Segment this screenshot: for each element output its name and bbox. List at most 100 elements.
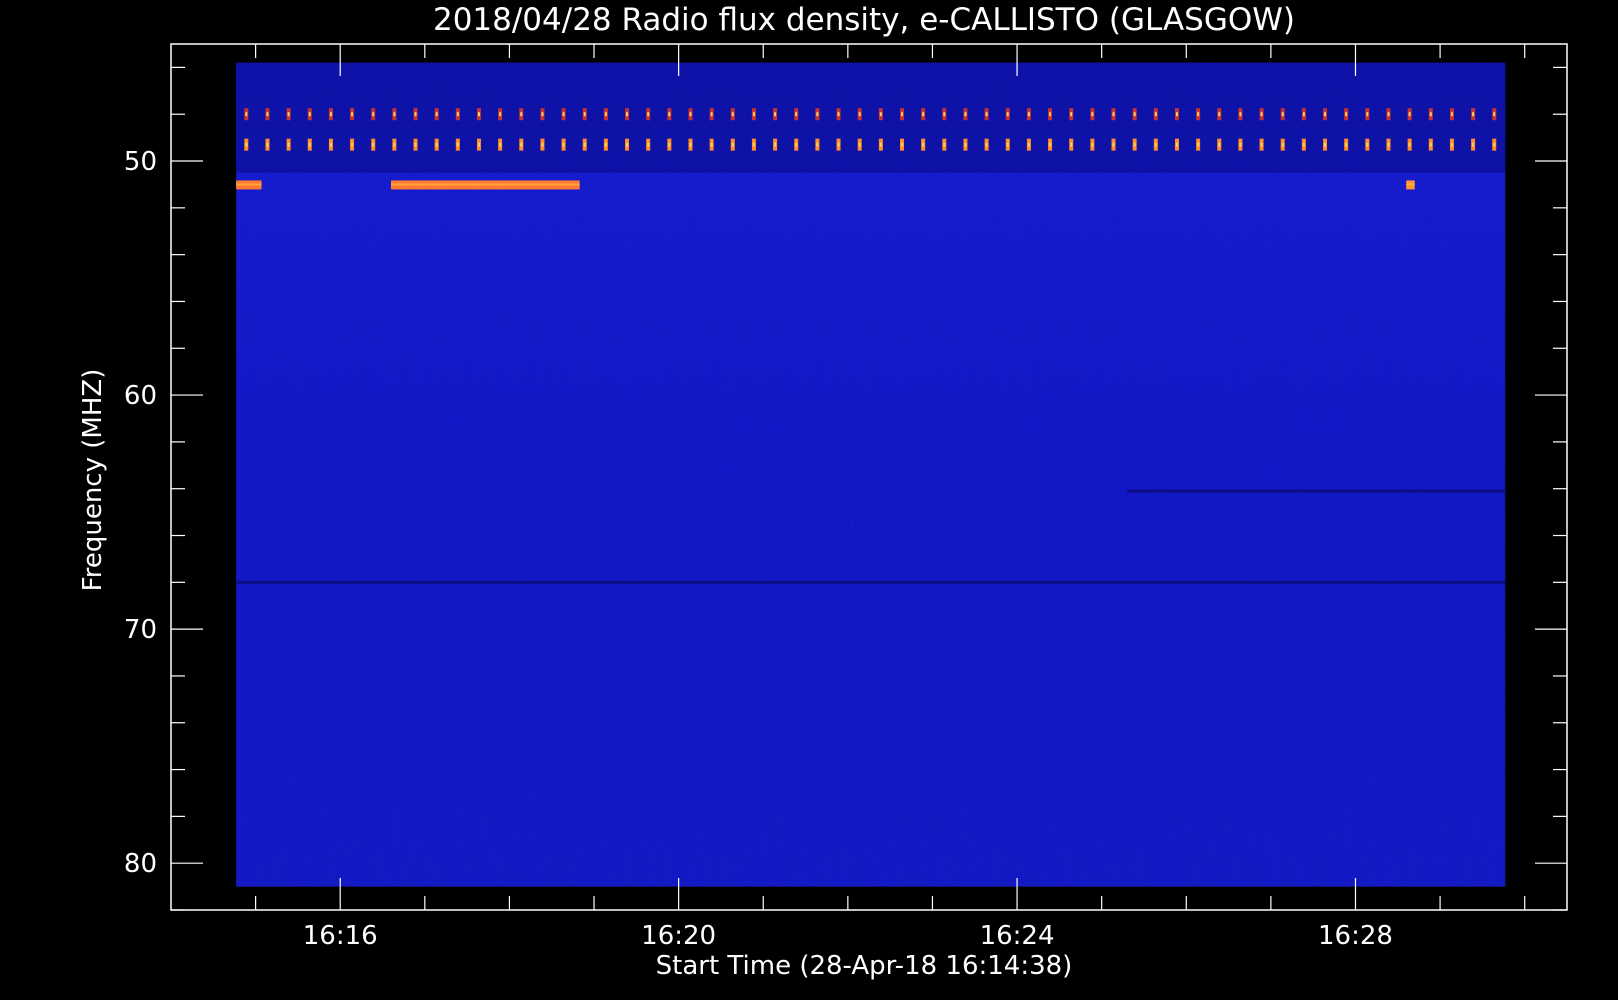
interference-core [266,112,269,117]
chart-title: 2018/04/28 Radio flux density, e-CALLIST… [433,2,1295,38]
interference-core [731,142,734,147]
interference-core [266,142,269,147]
interference-core [1049,112,1052,117]
interference-core [1133,112,1136,117]
interference-core [1450,112,1453,117]
interference-core [414,142,417,147]
interference-core [816,112,819,117]
interference-core [900,112,903,117]
interference-core [647,112,650,117]
interference-core [308,112,311,117]
spectrogram-top-shade [236,62,1506,173]
interference-core [1239,142,1242,147]
interference-core [499,142,502,147]
strong-signal-core [1406,183,1415,186]
interference-core [1133,142,1136,147]
interference-core [710,112,713,117]
y-tick-label: 80 [124,849,157,879]
interference-core [1493,142,1496,147]
interference-core [710,142,713,147]
interference-core [1281,112,1284,117]
interference-core [879,142,882,147]
x-tick-label: 16:16 [303,921,378,951]
interference-core [1260,142,1263,147]
interference-core [520,142,523,147]
interference-core [795,112,798,117]
interference-core [689,112,692,117]
interference-core [985,142,988,147]
spectrogram-chart: 50 60 70 80 16:16 16:20 16:24 16:28 2018/04/28 … [78,2,1568,981]
interference-core [752,142,755,147]
interference-core [1429,142,1432,147]
interference-core [1006,112,1009,117]
interference-core [414,112,417,117]
interference-core [1070,142,1073,147]
interference-core [351,112,354,117]
interference-core [1112,142,1115,147]
interference-core [1366,142,1369,147]
interference-core [1027,142,1030,147]
interference-core [1175,142,1178,147]
interference-core [1197,142,1200,147]
interference-core [604,112,607,117]
interference-core [372,142,375,147]
interference-core [1091,142,1094,147]
interference-core [456,142,459,147]
strong-signal-core [390,183,580,186]
interference-core [308,142,311,147]
x-tick-label: 16:20 [641,921,716,951]
interference-core [287,112,290,117]
interference-core [1006,142,1009,147]
interference-core [541,142,544,147]
interference-core [647,142,650,147]
interference-core [626,112,629,117]
interference-core [1154,142,1157,147]
interference-core [245,142,248,147]
interference-core [393,142,396,147]
interference-core [372,112,375,117]
interference-core [583,112,586,117]
interference-core [1218,142,1221,147]
interference-core [1302,112,1305,117]
interference-core [1091,112,1094,117]
x-tick-label: 16:24 [980,921,1055,951]
interference-core [1472,142,1475,147]
interference-core [626,142,629,147]
y-tick-label: 50 [124,147,157,177]
interference-core [520,112,523,117]
interference-core [562,142,565,147]
interference-core [1472,112,1475,117]
interference-core [774,142,777,147]
interference-core [1324,112,1327,117]
dark-band [236,580,1506,584]
interference-core [1387,112,1390,117]
interference-core [1345,112,1348,117]
dark-band [1127,489,1506,493]
interference-core [1302,142,1305,147]
interference-core [837,112,840,117]
interference-core [1450,142,1453,147]
interference-core [1429,112,1432,117]
interference-core [858,112,861,117]
x-tick-label: 16:28 [1318,921,1393,951]
interference-core [689,142,692,147]
interference-core [1239,112,1242,117]
interference-core [1345,142,1348,147]
interference-core [1027,112,1030,117]
interference-core [1387,142,1390,147]
interference-core [477,142,480,147]
interference-core [435,142,438,147]
interference-core [1366,112,1369,117]
interference-core [1197,112,1200,117]
interference-core [900,142,903,147]
interference-core [985,112,988,117]
interference-core [943,142,946,147]
interference-core [858,142,861,147]
interference-core [922,142,925,147]
interference-core [604,142,607,147]
interference-core [245,112,248,117]
interference-core [668,112,671,117]
interference-core [287,142,290,147]
interference-core [964,112,967,117]
interference-core [816,142,819,147]
